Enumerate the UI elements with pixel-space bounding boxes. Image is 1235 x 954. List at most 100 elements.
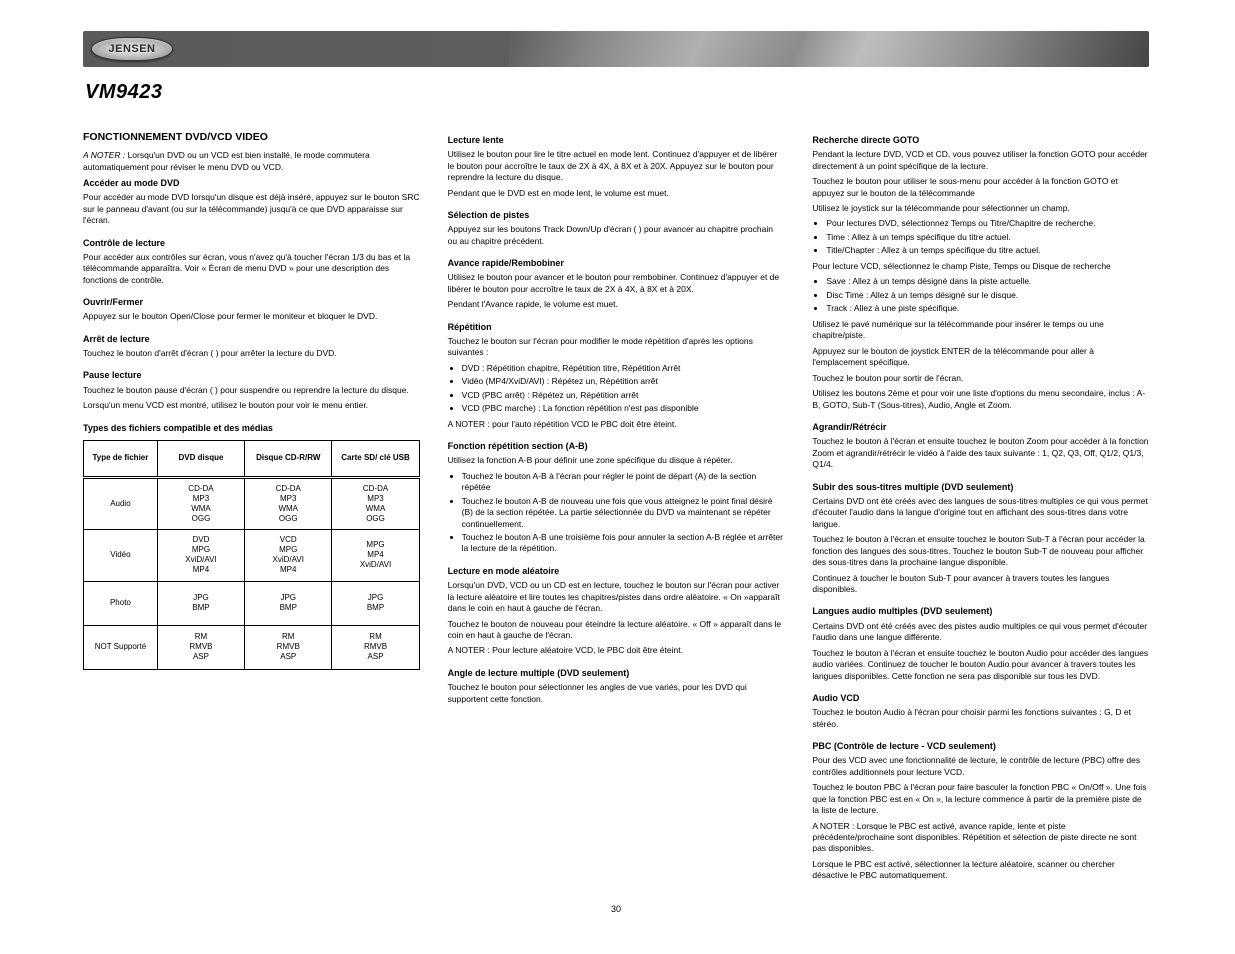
media-table-body: Audio CD-DAMP3WMAOGG CD-DAMP3WMAOGG CD-D… xyxy=(83,476,420,670)
subtitle-p1: Certains DVD ont été créés avec des lang… xyxy=(812,496,1149,530)
random-note: A NOTER : Pour lecture aléatoire VCD, le… xyxy=(448,645,785,656)
table-row: Vidéo DVDMPGXviD/AVIMP4 VCDMPGXviD/AVIMP… xyxy=(84,529,420,581)
open-close-text: Appuyez sur le bouton Open/Close pour fe… xyxy=(83,311,420,322)
subhead-subtitle: Subir des sous-titres multiple (DVD seul… xyxy=(812,481,1149,493)
goto-p3: Utilisez le joystick sur la télécommande… xyxy=(812,203,1149,214)
section-list: Touchez le bouton A-B à l'écran pour rég… xyxy=(448,471,785,555)
content-columns: FONCTIONNEMENT DVD/VCD VIDEO A NOTER : L… xyxy=(83,130,1149,886)
goto-p4: Pour lecture VCD, sélectionnez le champ … xyxy=(812,261,1149,272)
audiolang-p1: Certains DVD ont été créés avec des pist… xyxy=(812,621,1149,644)
header-banner: JENSEN xyxy=(83,31,1149,67)
list-item: Save : Allez à un temps désigné dans la … xyxy=(826,276,1149,287)
subhead-repeat: Répétition xyxy=(448,321,785,333)
angle-p: Touchez le bouton pour sélectionner les … xyxy=(448,682,785,705)
pbc-p3: Lorsque le PBC est activé, sélectionner … xyxy=(812,859,1149,882)
cell: RMRMVBASP xyxy=(332,625,419,669)
random-p2: Touchez le bouton de nouveau pour éteind… xyxy=(448,619,785,642)
goto-p5c: Touchez le bouton pour sortir de l'écran… xyxy=(812,373,1149,384)
stop-text: Touchez le bouton d'arrêt d'écran ( ) po… xyxy=(83,348,420,359)
list-item: Touchez le bouton A-B une troisième fois… xyxy=(462,532,785,555)
cell: JPGBMP xyxy=(157,581,244,625)
subhead-track: Sélection de pistes xyxy=(448,209,785,221)
pbc-p2: Touchez le bouton PBC à l'écran pour fai… xyxy=(812,782,1149,816)
repeat-note: A NOTER : pour l'auto répétition VCD le … xyxy=(448,419,785,430)
cell: CD-DAMP3WMAOGG xyxy=(245,477,332,529)
table-title: Types des fichiers compatible et des méd… xyxy=(83,422,420,434)
list-item: VCD (PBC marche) : La fonction répétitio… xyxy=(462,403,785,414)
section-p: Utilisez la fonction A-B pour définir un… xyxy=(448,455,785,466)
cell: DVDMPGXviD/AVIMP4 xyxy=(157,529,244,581)
subhead-random: Lecture en mode aléatoire xyxy=(448,565,785,577)
column-3: Recherche directe GOTO Pendant la lectur… xyxy=(812,130,1149,886)
cell: JPGBMP xyxy=(245,581,332,625)
cell: JPGBMP xyxy=(332,581,419,625)
cell: RMRMVBASP xyxy=(245,625,332,669)
subhead-stop: Arrêt de lecture xyxy=(83,333,420,345)
subhead-pause: Pause lecture xyxy=(83,369,420,381)
list-item: Title/Chapter : Allez à un temps spécifi… xyxy=(826,245,1149,256)
table-row: NOT Supporté RMRMVBASP RMRMVBASP RMRMVBA… xyxy=(84,625,420,669)
list-item: Track : Allez à une piste spécifique. xyxy=(826,303,1149,314)
goto-p2: Touchez le bouton pour utiliser le sous-… xyxy=(812,176,1149,199)
subhead-angle: Angle de lecture multiple (DVD seulement… xyxy=(448,667,785,679)
subhead-audiovcd: Audio VCD xyxy=(812,692,1149,704)
goto-p1: Pendant la lecture DVD, VCD et CD, vous … xyxy=(812,149,1149,172)
cell: RMRMVBASP xyxy=(157,625,244,669)
th-cd: Disque CD-R/RW xyxy=(245,440,332,476)
subtitle-p2: Touchez le bouton à l'écran et ensuite t… xyxy=(812,534,1149,568)
cell: MPGMP4XviD/AVI xyxy=(332,529,419,581)
cell: VCDMPGXviD/AVIMP4 xyxy=(245,529,332,581)
th-dvd: DVD disque xyxy=(157,440,244,476)
subhead-section-ab: Fonction répétition section (A-B) xyxy=(448,440,785,452)
goto-p5b: Appuyez sur le bouton de joystick ENTER … xyxy=(812,346,1149,369)
fast-p2: Pendant l'Avance rapide, le volume est m… xyxy=(448,299,785,310)
cell: Audio xyxy=(84,477,158,529)
column-2: Lecture lente Utilisez le bouton pour li… xyxy=(448,130,785,886)
zoom-p: Touchez le bouton à l'écran et ensuite t… xyxy=(812,436,1149,470)
th-filetype: Type de fichier xyxy=(84,440,158,476)
table-row: Photo JPGBMP JPGBMP JPGBMP xyxy=(84,581,420,625)
subhead-audiolang: Langues audio multiples (DVD seulement) xyxy=(812,605,1149,617)
repeat-list: DVD : Répétition chapitre, Répétition ti… xyxy=(448,363,785,415)
cell: CD-DAMP3WMAOGG xyxy=(332,477,419,529)
intro-note: A NOTER : Lorsqu'un DVD ou un VCD est bi… xyxy=(83,150,420,173)
subhead-slow: Lecture lente xyxy=(448,134,785,146)
pbc-p1: Pour des VCD avec une fonctionnalité de … xyxy=(812,755,1149,778)
cell: Photo xyxy=(84,581,158,625)
goto-p6: Utilisez les boutons 2ème et pour voir u… xyxy=(812,388,1149,411)
subhead-open-close: Ouvrir/Fermer xyxy=(83,296,420,308)
list-item: DVD : Répétition chapitre, Répétition ti… xyxy=(462,363,785,374)
note-label: A NOTER : xyxy=(83,150,128,160)
list-item: Touchez le bouton A-B à l'écran pour rég… xyxy=(462,471,785,494)
goto-p5a: Utilisez le pavé numérique sur la téléco… xyxy=(812,319,1149,342)
brand-logo: JENSEN xyxy=(91,37,173,61)
slow-p1: Utilisez le bouton pour lire le titre ac… xyxy=(448,149,785,183)
subhead-control: Contrôle de lecture xyxy=(83,237,420,249)
goto-list-1: Pour lectures DVD, sélectionnez Temps ou… xyxy=(812,218,1149,256)
subhead-zoom: Agrandir/Rétrécir xyxy=(812,421,1149,433)
model-number: VM9423 xyxy=(85,81,1149,104)
list-item: Disc Time : Allez à un temps désigné sur… xyxy=(826,290,1149,301)
pause-text-2: Lorsqu'un menu VCD est montré, utilisez … xyxy=(83,400,420,411)
subtitle-p3: Continuez à toucher le bouton Sub-T pour… xyxy=(812,573,1149,596)
list-item: VCD (PBC arrêt) : Répétez un, Répétition… xyxy=(462,390,785,401)
pbc-note: A NOTER : Lorsque le PBC est activé, ava… xyxy=(812,821,1149,855)
fast-p1: Utilisez le bouton pour avancer et le bo… xyxy=(448,272,785,295)
main-heading: FONCTIONNEMENT DVD/VCD VIDEO xyxy=(83,130,420,144)
list-item: Vidéo (MP4/XviD/AVI) : Répétez un, Répét… xyxy=(462,376,785,387)
pause-text-1: Touchez le bouton pause d'écran ( ) pour… xyxy=(83,385,420,396)
access-mode-text: Pour accéder au mode DVD lorsqu'un disqu… xyxy=(83,192,420,226)
repeat-p: Touchez le bouton sur l'écran pour modif… xyxy=(448,336,785,359)
cell: Vidéo xyxy=(84,529,158,581)
column-1: FONCTIONNEMENT DVD/VCD VIDEO A NOTER : L… xyxy=(83,130,420,886)
list-item: Touchez le bouton A-B de nouveau une foi… xyxy=(462,496,785,530)
random-p1: Lorsqu'un DVD, VCD ou un CD est en lectu… xyxy=(448,580,785,614)
audiovcd-p: Touchez le bouton Audio à l'écran pour c… xyxy=(812,707,1149,730)
slow-p2: Pendant que le DVD est en mode lent, le … xyxy=(448,188,785,199)
list-item: Time : Allez à un temps spécifique du ti… xyxy=(826,232,1149,243)
table-row: Audio CD-DAMP3WMAOGG CD-DAMP3WMAOGG CD-D… xyxy=(84,477,420,529)
control-text: Pour accéder aux contrôles sur écran, vo… xyxy=(83,252,420,286)
subhead-fast: Avance rapide/Rembobiner xyxy=(448,257,785,269)
media-table-head: Type de fichier DVD disque Disque CD-R/R… xyxy=(83,440,420,477)
subhead-goto: Recherche directe GOTO xyxy=(812,134,1149,146)
